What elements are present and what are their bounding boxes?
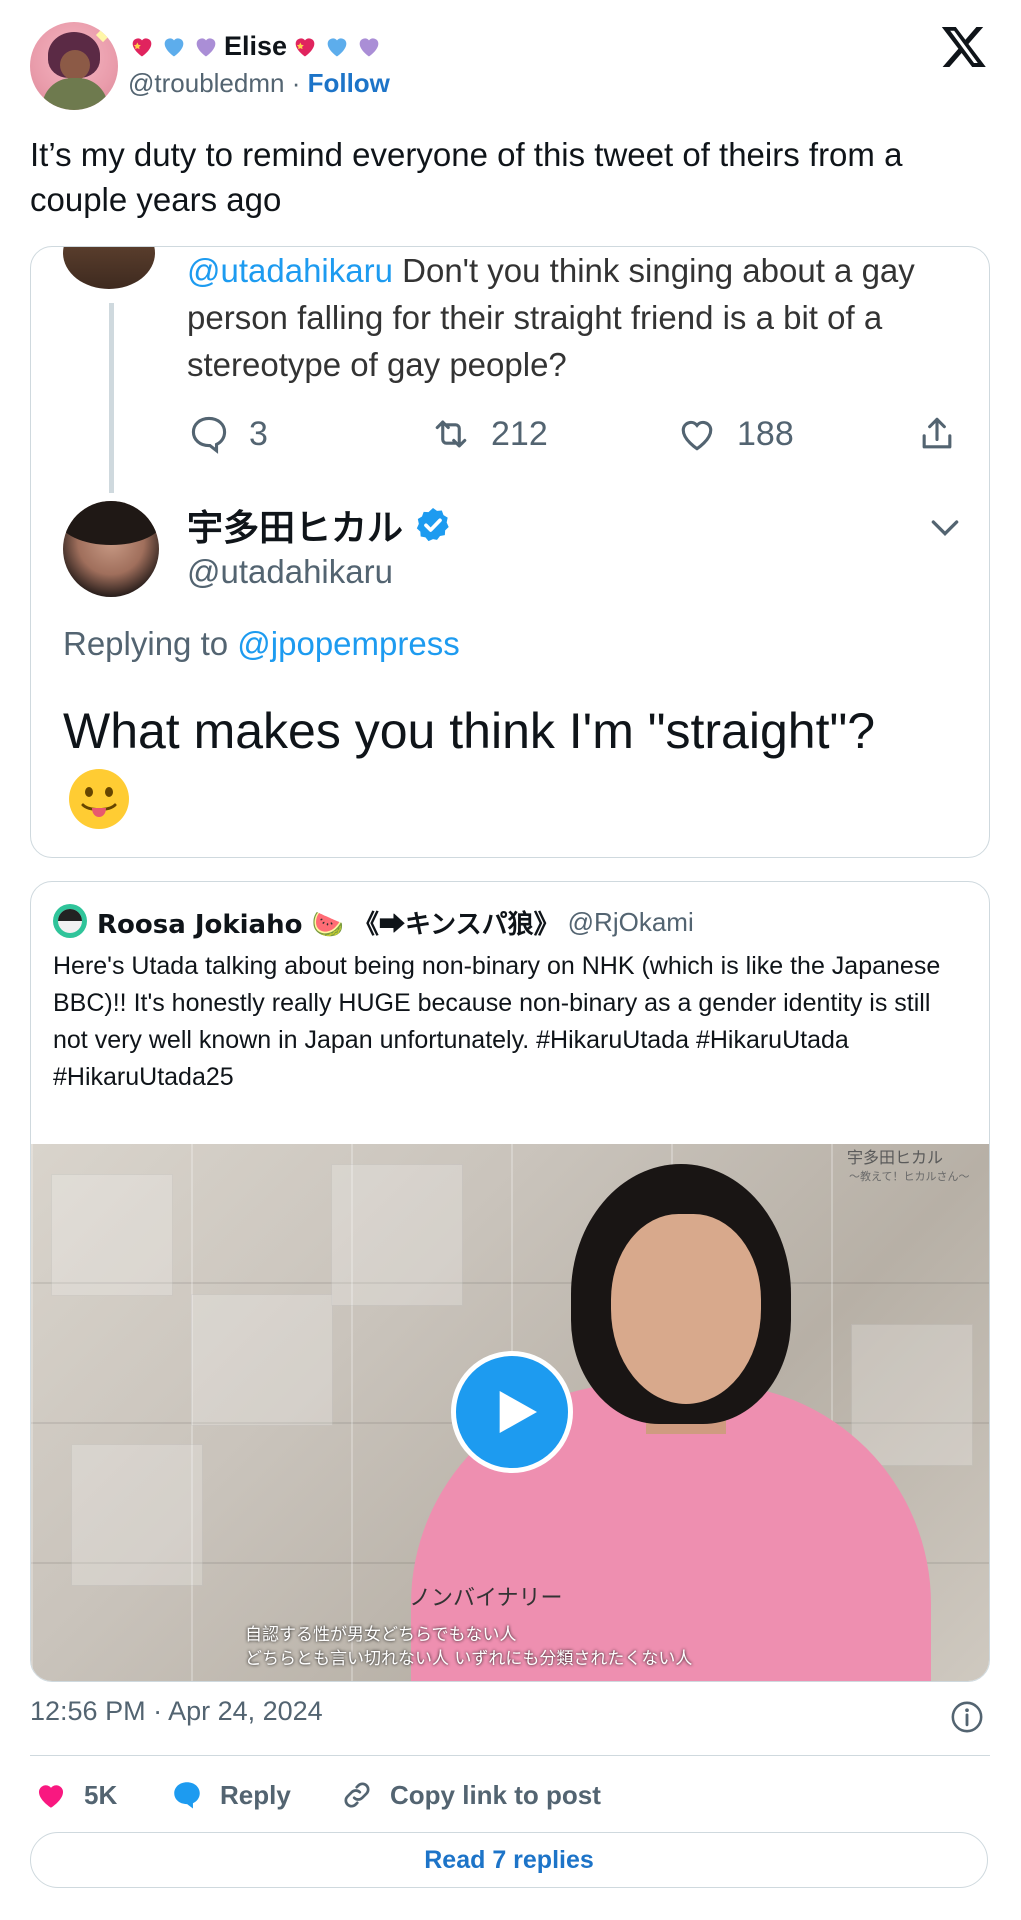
like-button[interactable]: 5K [34,1772,117,1818]
copy-link-label: Copy link to post [390,1779,601,1810]
video-subtitle-heading: ノンバイナリー [409,1586,563,1611]
chevron-down-icon [931,520,959,537]
quoted-author-avatar[interactable] [53,904,87,938]
responder-name-text: 宇多田ヒカル [187,508,404,549]
author-avatar[interactable] [30,22,118,110]
play-button[interactable] [451,1351,573,1473]
heart-blue-icon [323,32,351,60]
heart-filled-icon [38,1785,64,1808]
reply-label: Reply [220,1779,291,1810]
video-player[interactable]: 宇多田ヒカル ～教えて！ヒカルさん～ ノンバイナリー 自認する性が男女どちらでも… [31,1144,989,1681]
info-icon[interactable] [950,1700,984,1734]
retweet-count: 212 [429,407,548,461]
responder-handle: @utadahikaru [187,553,393,590]
comment-icon [191,416,227,454]
replying-to-handle: @jpopempress [237,625,460,662]
original-reply-text: @utadahikaru Don't you think singing abo… [187,247,977,388]
share-action [915,407,959,461]
quoted-tweet-card[interactable]: Roosa Jokiaho 🍉 《⮕キンスパ狼》 @RjOkami Here's… [30,881,990,1682]
retweet-icon [435,420,467,448]
video-subtitle-line-2: どちらとも言い切れない人 いずれにも分類されたくない人 [245,1649,693,1669]
quoted-tweet-header: Roosa Jokiaho 🍉 《⮕キンスパ狼》 @RjOkami [97,902,694,942]
link-icon [344,1782,370,1808]
reply-author-avatar [63,247,155,289]
copy-link-button[interactable]: Copy link to post [340,1772,601,1818]
heart-blue-icon [160,32,188,60]
response-text: What makes you think I'm "straight"? [63,703,876,759]
quoted-tweet-text: Here's Utada talking about being non-bin… [53,952,941,1091]
tongue-face-icon [69,769,129,829]
heart-sparkle-red-icon [128,32,156,60]
author-display-name[interactable]: Elise [128,28,383,64]
video-corner-subtitle: ～教えて！ヒカルさん～ [849,1170,970,1183]
responder-name: 宇多田ヒカル [187,501,453,549]
heart-purple-icon [192,32,220,60]
tweet-timestamp[interactable]: 12:56 PM · Apr 24, 2024 [30,1696,323,1727]
reply-count: 3 [187,407,268,461]
replying-to-label: Replying to [63,625,229,662]
heart-outline-icon [681,420,713,451]
like-count-value: 188 [737,414,794,453]
quoted-author-handle[interactable]: @RjOkami [568,907,694,938]
heart-sparkle-red-icon [291,32,319,60]
speech-bubble-icon [174,1782,200,1809]
attached-screenshot-image[interactable]: @utadahikaru Don't you think singing abo… [30,246,990,858]
author-name-text: Elise [224,30,288,61]
heart-purple-icon [355,32,383,60]
quoted-author-name[interactable]: Roosa Jokiaho 🍉 《⮕キンスパ狼》 [97,904,560,941]
like-count: 188 [675,407,794,461]
video-corner-title: 宇多田ヒカル [847,1148,944,1167]
read-replies-button[interactable]: Read 7 replies [30,1832,988,1888]
footer-divider [30,1755,990,1756]
play-icon [499,1391,537,1433]
retweet-count-value: 212 [491,414,548,453]
video-subtitle-line-1: 自認する性が男女どちらでもない人 [245,1625,517,1645]
x-logo-icon[interactable] [940,22,988,70]
replying-to: Replying to @jpopempress [63,625,460,663]
like-count-label: 5K [84,1779,118,1810]
share-icon [922,417,952,449]
author-handle[interactable]: @troubledmn [128,68,284,98]
verified-badge-icon [416,508,449,542]
responder-avatar [63,501,159,597]
reply-button[interactable]: Reply [170,1772,291,1818]
reply-mention: @utadahikaru [187,252,393,289]
tweet-text: It’s my duty to remind everyone of this … [30,136,903,218]
reply-count-value: 3 [249,414,268,453]
separator-dot: · [284,68,308,98]
thread-line [109,303,114,493]
author-handle-line: @troubledmn · Follow [128,68,390,99]
follow-link[interactable]: Follow [308,68,390,98]
